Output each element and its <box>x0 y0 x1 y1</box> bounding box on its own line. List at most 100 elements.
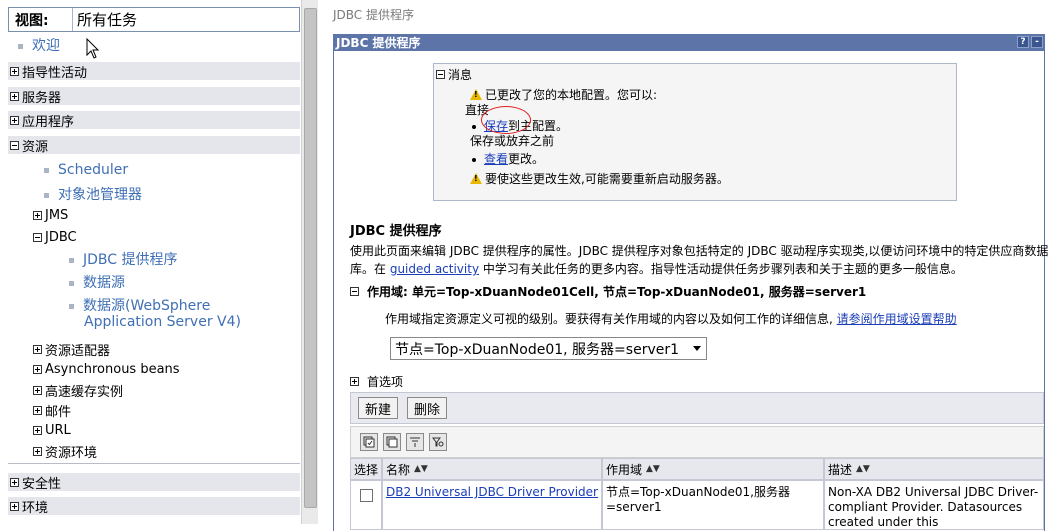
nav-jms[interactable]: JMS <box>33 208 68 223</box>
nav-scheduler[interactable]: Scheduler <box>44 162 128 178</box>
nav-datasource-v4-label[interactable]: 数据源(WebSphere <box>83 298 210 314</box>
nav-servers-label: 服务器 <box>22 90 62 106</box>
nav-servers[interactable]: 服务器 <box>8 87 300 106</box>
nav-object-pool-label[interactable]: 对象池管理器 <box>58 187 142 203</box>
minimize-icon[interactable]: - <box>1031 36 1043 48</box>
new-button[interactable]: 新建 <box>358 397 398 419</box>
col-header-name[interactable]: 名称 ▲▼ <box>382 458 602 480</box>
expand-icon[interactable] <box>10 91 19 101</box>
col-header-scope-label: 作用域 <box>606 462 643 477</box>
expand-icon[interactable] <box>33 386 42 395</box>
nav-jdbc[interactable]: JDBC <box>33 230 77 245</box>
deselect-all-icon[interactable] <box>383 433 401 451</box>
nav-guided-label: 指导性活动 <box>22 65 88 81</box>
nav-applications-label: 应用程序 <box>22 114 75 130</box>
row-name-cell: DB2 Universal JDBC Driver Provider <box>382 480 602 530</box>
nav-datasource[interactable]: 数据源 <box>69 272 125 292</box>
nav-applications[interactable]: 应用程序 <box>8 111 300 130</box>
sort-icon[interactable]: ▲▼ <box>414 464 428 474</box>
scope-help: 作用域指定资源定义可视的级别。要获得有关作用域的内容以及如何工作的详细信息, 请… <box>385 310 957 327</box>
scope-help-link[interactable]: 请参阅作用域设置帮助 <box>837 312 957 326</box>
show-filter-icon[interactable] <box>429 433 447 451</box>
row-checkbox[interactable] <box>359 489 373 502</box>
desc-text-2: 中学习有关此任务的更多内容。指导性活动提供任务步骤列表和关于主题的更多一般信息。 <box>479 262 963 276</box>
collapse-icon[interactable] <box>436 70 445 79</box>
nav-datasource-v4-line2[interactable]: Application Server V4) <box>84 314 241 330</box>
nav-resource-env[interactable]: 资源环境 <box>33 442 97 461</box>
guided-activity-link[interactable]: guided activity <box>390 262 479 276</box>
collapse-icon[interactable] <box>33 233 42 242</box>
expand-icon[interactable] <box>33 211 42 220</box>
nav-welcome[interactable]: 欢迎 <box>18 35 60 55</box>
expand-icon[interactable] <box>33 447 42 456</box>
nav-resources[interactable]: 资源 <box>8 136 300 155</box>
view-selector[interactable]: 视图: 所有任务 <box>8 7 300 32</box>
nav-environment[interactable]: 环境 <box>8 497 300 516</box>
expand-icon[interactable] <box>10 115 19 125</box>
nav-datasource-v4[interactable]: 数据源(WebSphere <box>69 295 210 315</box>
nav-jdbc-label: JDBC <box>45 230 77 245</box>
nav-adapters-label: 资源适配器 <box>45 344 111 359</box>
row-desc-cell: Non-XA DB2 Universal JDBC Driver-complia… <box>824 480 1044 530</box>
nav-scrollbar[interactable] <box>301 0 318 524</box>
expand-icon[interactable] <box>10 501 19 511</box>
preferences-header[interactable]: 首选项 <box>350 373 403 390</box>
bullet-icon <box>472 157 476 162</box>
messages-header-label: 消息 <box>448 68 473 82</box>
expand-icon[interactable] <box>33 426 42 435</box>
collapse-icon[interactable] <box>350 287 359 296</box>
warning-icon <box>470 173 482 184</box>
view-value[interactable]: 所有任务 <box>73 9 137 30</box>
page-description: 使用此页面来编辑 JDBC 提供程序的属性。JDBC 提供程序对象包括特定的 J… <box>350 242 1050 278</box>
nav-welcome-label[interactable]: 欢迎 <box>32 38 60 54</box>
collapse-icon[interactable] <box>10 140 19 150</box>
select-all-icon[interactable] <box>360 433 378 451</box>
col-header-desc[interactable]: 描述 ▲▼ <box>824 458 1044 480</box>
provider-name-link[interactable]: DB2 Universal JDBC Driver Provider <box>386 485 598 499</box>
col-header-scope[interactable]: 作用域 ▲▼ <box>602 458 824 480</box>
message-restart: 要使这些更改生效,可能需要重新启动服务器。 <box>470 170 729 187</box>
nav-object-pool[interactable]: 对象池管理器 <box>44 184 142 204</box>
bullet-icon <box>69 303 74 309</box>
row-scope-cell: 节点=Top-xDuanNode01,服务器=server1 <box>602 480 824 530</box>
message-changed-text: 已更改了您的本地配置。您可以: <box>485 88 658 102</box>
nav-async-beans[interactable]: Asynchronous beans <box>33 362 180 377</box>
scope-select-value: 节点=Top-xDuanNode01, 服务器=server1 <box>395 341 680 358</box>
scrollbar-thumb[interactable] <box>304 8 317 508</box>
dropdown-arrow-icon[interactable] <box>693 346 701 351</box>
scope-header[interactable]: 作用域: 单元=Top-xDuanNode01Cell, 节点=Top-xDua… <box>350 283 866 300</box>
nav-guided-activities[interactable]: 指导性活动 <box>8 62 300 81</box>
expand-icon[interactable] <box>33 406 42 415</box>
nav-scheduler-label[interactable]: Scheduler <box>58 162 128 178</box>
bullet-icon <box>44 192 49 198</box>
sort-icon[interactable]: ▲▼ <box>646 464 660 474</box>
expand-icon[interactable] <box>10 66 19 76</box>
nav-jdbc-provider-label[interactable]: JDBC 提供程序 <box>83 252 178 268</box>
nav-jms-label: JMS <box>45 208 69 223</box>
nav-datasource-label[interactable]: 数据源 <box>83 275 125 291</box>
expand-icon[interactable] <box>33 365 42 374</box>
messages-header[interactable]: 消息 <box>436 66 472 83</box>
expand-icon[interactable] <box>350 377 359 386</box>
section-title: JDBC 提供程序 <box>350 224 442 239</box>
review-rest-text: 更改。 <box>508 152 545 166</box>
message-changed: 已更改了您的本地配置。您可以: <box>470 86 657 103</box>
col-header-desc-label: 描述 <box>828 462 853 477</box>
delete-button[interactable]: 删除 <box>407 397 447 419</box>
expand-icon[interactable] <box>10 477 19 487</box>
nav-security[interactable]: 安全性 <box>8 473 300 492</box>
scope-select[interactable]: 节点=Top-xDuanNode01, 服务器=server1 <box>390 337 707 360</box>
nav-url[interactable]: URL <box>33 423 71 438</box>
filter-icon[interactable] <box>406 433 424 451</box>
nav-mail[interactable]: 邮件 <box>33 401 71 420</box>
nav-cache-instances[interactable]: 高速缓存实例 <box>33 381 123 400</box>
sort-icon[interactable]: ▲▼ <box>856 464 870 474</box>
warning-icon <box>470 89 482 100</box>
col-header-select: 选择 <box>350 458 382 480</box>
review-link[interactable]: 查看 <box>484 152 508 166</box>
nav-jdbc-provider[interactable]: JDBC 提供程序 <box>69 249 178 269</box>
message-restart-text: 要使这些更改生效,可能需要重新启动服务器。 <box>485 172 729 186</box>
help-icon[interactable]: ? <box>1017 36 1029 48</box>
nav-resource-adapters[interactable]: 资源适配器 <box>33 340 110 359</box>
expand-icon[interactable] <box>33 345 42 354</box>
